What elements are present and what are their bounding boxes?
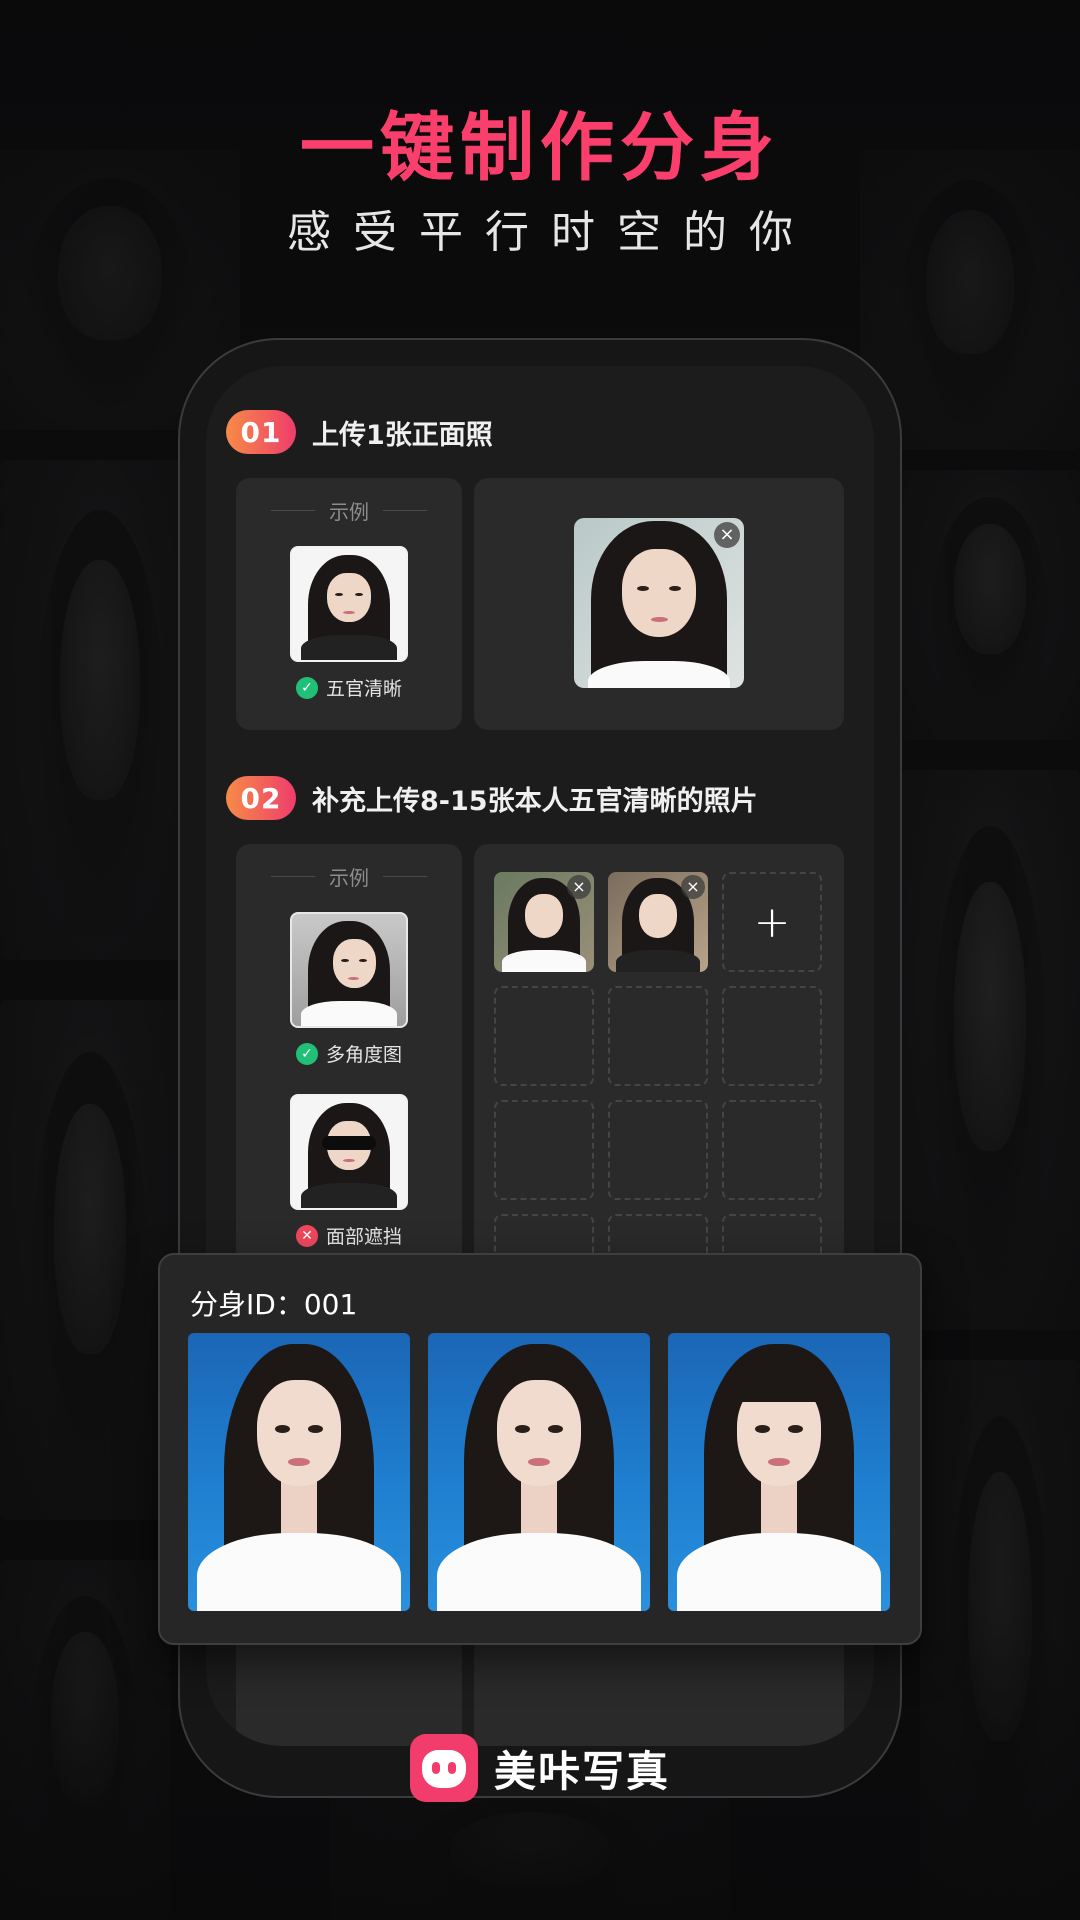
check-icon: ✓ [295, 676, 318, 699]
cross-icon: ✕ [295, 1224, 318, 1247]
empty-photo-slot[interactable] [494, 986, 594, 1086]
empty-photo-slot[interactable] [494, 1100, 594, 1200]
remove-photo-button[interactable]: × [681, 875, 705, 899]
brand-name: 美咔写真 [493, 1746, 670, 1796]
example-front-photo [290, 546, 408, 662]
uploaded-photo[interactable]: × [494, 872, 594, 972]
id-photo[interactable] [668, 1333, 890, 1611]
empty-photo-slot[interactable] [608, 1100, 708, 1200]
page-subtitle: 感受平行时空的你 [287, 207, 815, 258]
remove-photo-button[interactable]: × [714, 522, 740, 548]
empty-photo-slot[interactable] [722, 1100, 822, 1200]
page-title: 一键制作分身 [0, 88, 1080, 195]
example-angle-photo [290, 912, 408, 1028]
remove-photo-button[interactable]: × [567, 875, 591, 899]
brand-footer: 美咔写真 [0, 1734, 1080, 1802]
example-label: 示例 [329, 500, 369, 524]
step-1-badge: 01 [226, 410, 296, 454]
example-label: 示例 [329, 866, 369, 890]
close-icon: × [719, 524, 735, 545]
example-tag-multi-angle: ✓ 多角度图 [236, 1040, 462, 1067]
add-photo-button[interactable]: + [722, 872, 822, 972]
step-1-title: 上传1张正面照 [312, 419, 493, 451]
example-tag-face-covered: ✕ 面部遮挡 [236, 1222, 462, 1249]
clone-id-label: 分身ID：001 [190, 1288, 358, 1321]
example-covered-photo [290, 1094, 408, 1210]
example-tag-clear: ✓ 五官清晰 [236, 674, 462, 701]
close-icon: × [686, 877, 700, 896]
plus-icon: + [753, 896, 791, 948]
empty-photo-slot[interactable] [608, 986, 708, 1086]
empty-photo-slot[interactable] [722, 986, 822, 1086]
uploaded-front-photo[interactable]: × [574, 518, 744, 688]
uploaded-photo[interactable]: × [608, 872, 708, 972]
app-logo-icon [409, 1734, 478, 1802]
step-2-title: 补充上传8-15张本人五官清晰的照片 [312, 785, 758, 817]
id-photo[interactable] [428, 1333, 650, 1611]
id-photo[interactable] [188, 1333, 410, 1611]
close-icon: × [572, 877, 586, 896]
step-1-upload-card[interactable]: × [474, 478, 844, 730]
check-icon: ✓ [295, 1042, 318, 1065]
clone-result-panel: 分身ID：001 [158, 1253, 922, 1645]
step-1-header: 01 上传1张正面照 [226, 410, 493, 454]
step-2-badge: 02 [226, 776, 296, 820]
step-1-example-card: 示例 ✓ 五官清晰 [236, 478, 462, 730]
step-2-header: 02 补充上传8-15张本人五官清晰的照片 [226, 776, 758, 820]
sunglasses-icon [321, 1136, 377, 1150]
